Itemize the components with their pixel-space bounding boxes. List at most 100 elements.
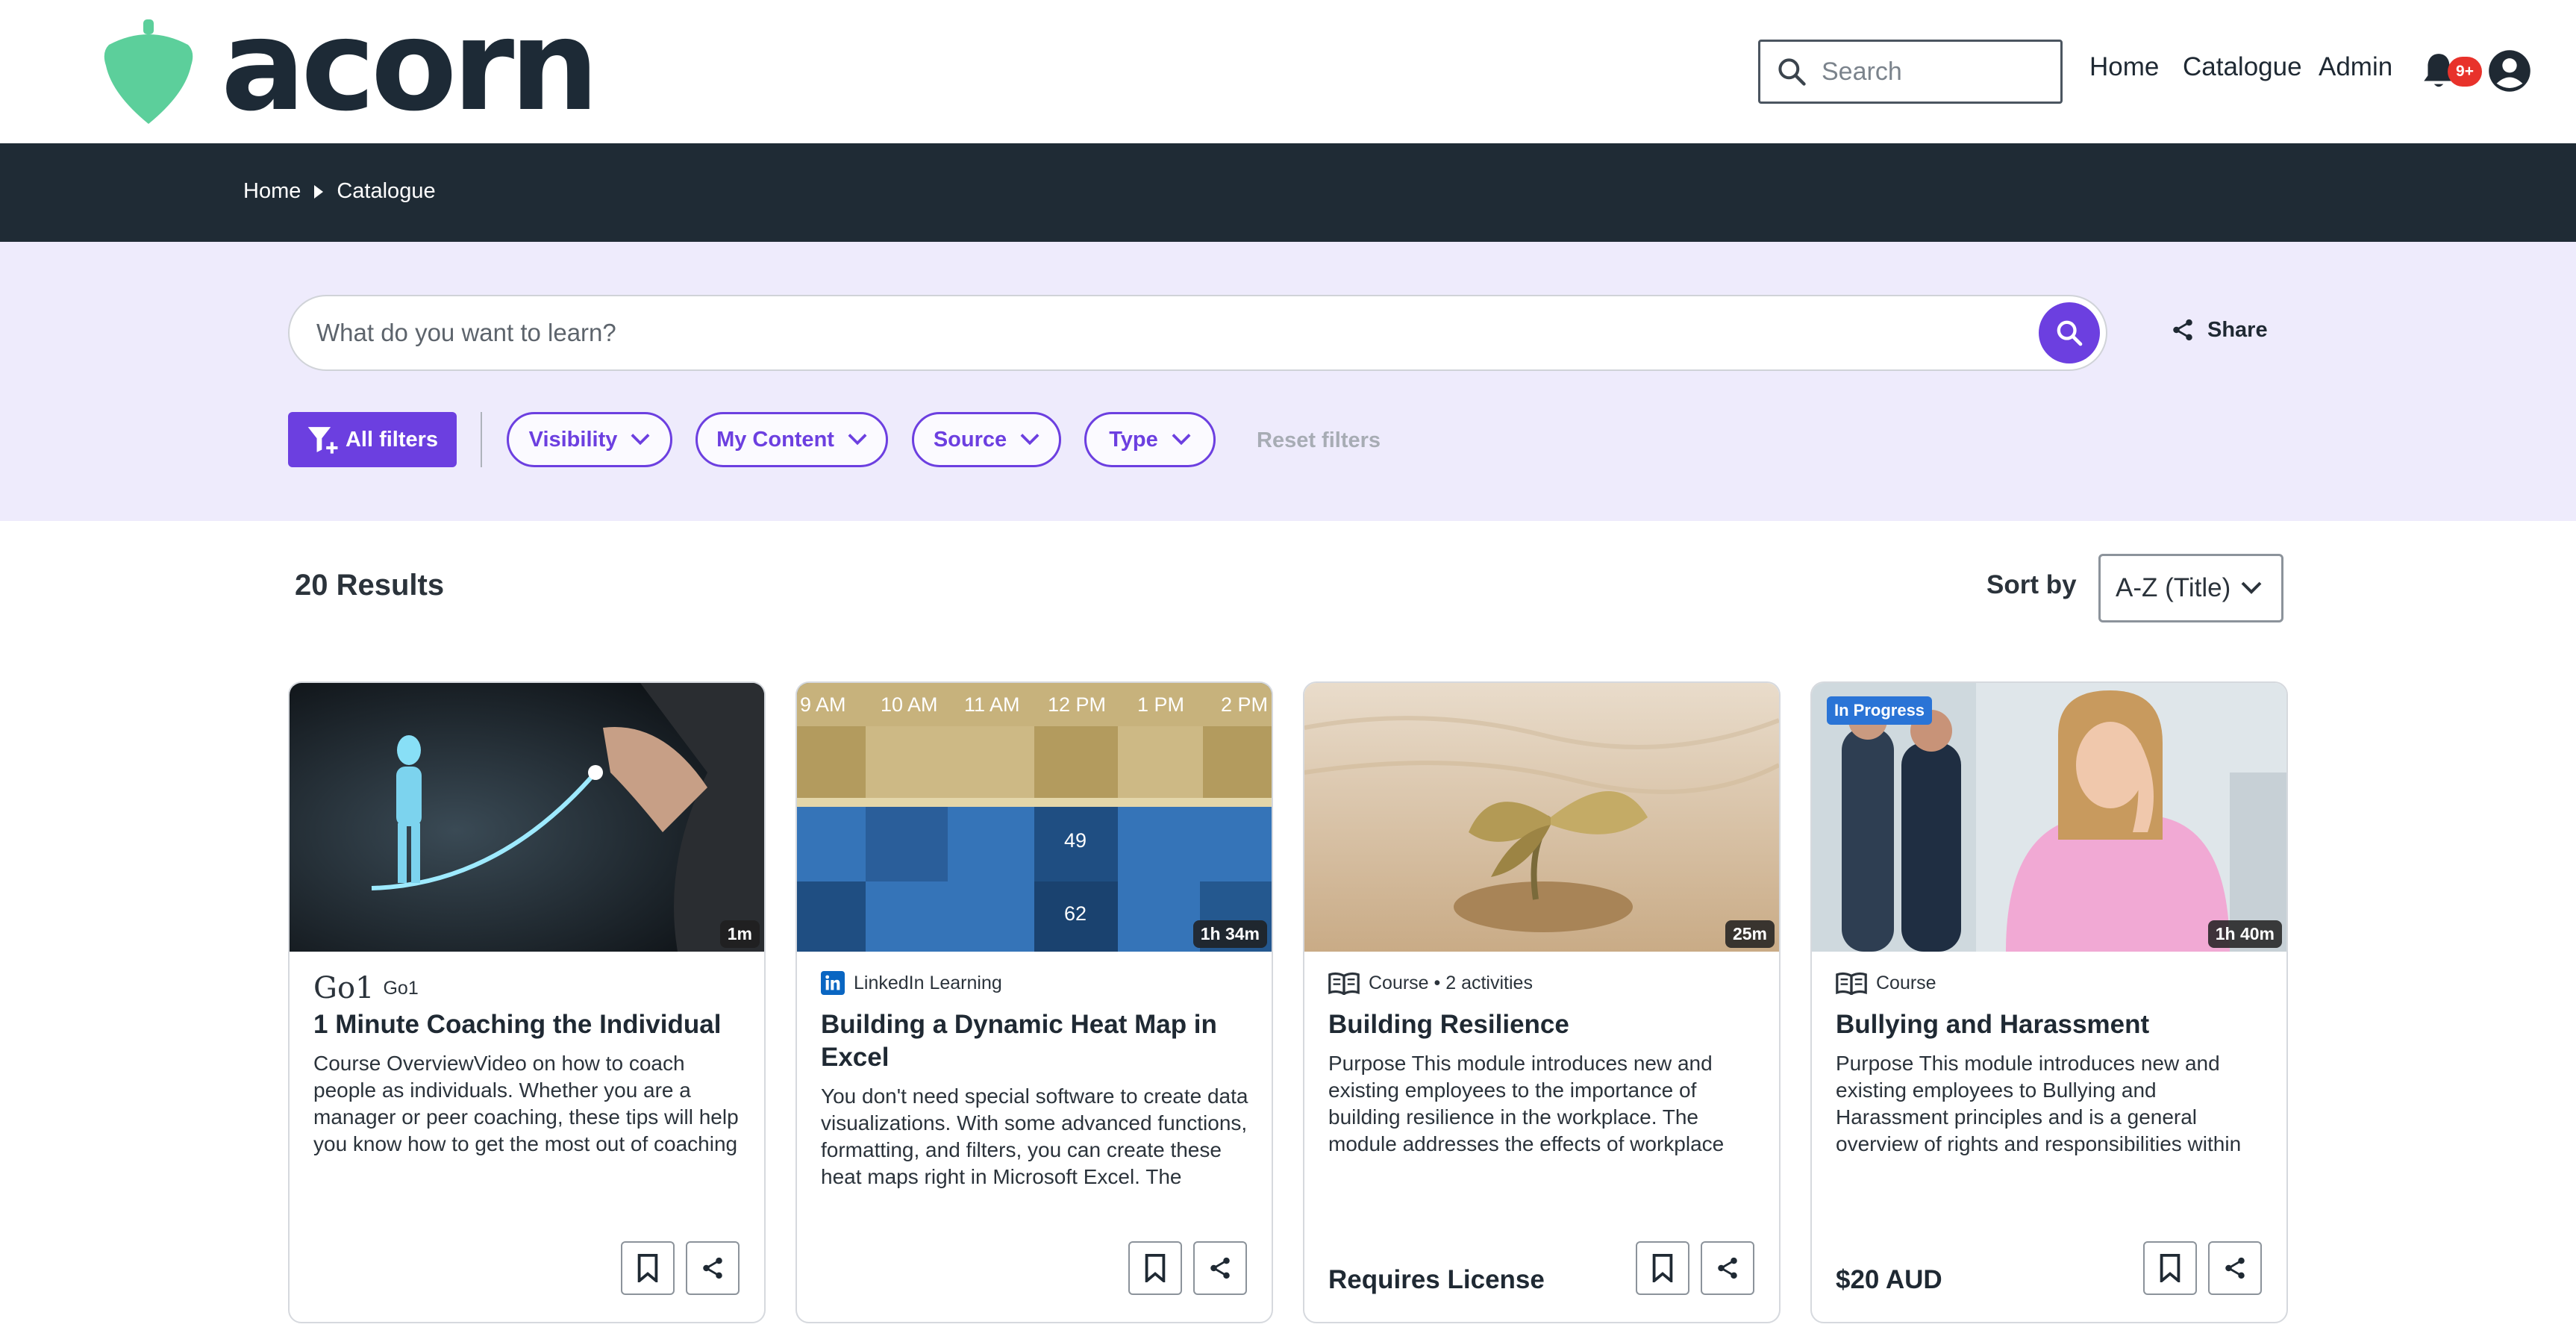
- bookmark-icon: [1652, 1254, 1673, 1282]
- course-thumbnail: [290, 683, 764, 952]
- share-button[interactable]: [1701, 1241, 1754, 1295]
- provider: LinkedIn Learning: [821, 971, 1002, 995]
- course-card[interactable]: 9 AM 10 AM 11 AM 12 PM 1 PM 2 PM 49 62 1…: [795, 681, 1273, 1323]
- bookmark-button[interactable]: [621, 1241, 675, 1295]
- bookmark-icon: [1145, 1254, 1166, 1282]
- linkedin-icon: [821, 971, 845, 995]
- nav-home[interactable]: Home: [2089, 52, 2159, 82]
- heatmap-time-label: 9 AM: [800, 693, 846, 716]
- heat-map-thumbnail-image: 9 AM 10 AM 11 AM 12 PM 1 PM 2 PM 49 62: [797, 683, 1272, 952]
- source-filter-label: Source: [933, 427, 1007, 452]
- top-header: acorn Home Catalogue Admin 9+: [0, 0, 2576, 143]
- share-catalogue-button[interactable]: Share: [2170, 316, 2268, 343]
- my-content-filter[interactable]: My Content: [695, 412, 888, 467]
- share-icon: [2173, 319, 2192, 341]
- breadcrumb-catalogue[interactable]: Catalogue: [337, 179, 435, 204]
- chevron-down-icon: [631, 434, 650, 446]
- visibility-filter[interactable]: Visibility: [507, 412, 672, 467]
- type-filter[interactable]: Type: [1084, 412, 1216, 467]
- share-button[interactable]: [1193, 1241, 1247, 1295]
- share-icon: [2225, 1257, 2245, 1279]
- search-icon: [2057, 320, 2083, 346]
- book-icon: [1836, 971, 1867, 995]
- catalogue-search-band: Share All filters Visibility My Content …: [0, 242, 2576, 521]
- course-card[interactable]: 1m Go1 Go1 1 Minute Coaching the Individ…: [288, 681, 766, 1323]
- book-icon: [1328, 971, 1360, 995]
- duration-badge: 1h 40m: [2207, 920, 2282, 948]
- heatmap-time-label: 12 PM: [1048, 693, 1106, 716]
- course-thumbnail: 9 AM 10 AM 11 AM 12 PM 1 PM 2 PM 49 62: [797, 683, 1272, 952]
- price-label: $20 AUD: [1836, 1265, 1942, 1294]
- course-card[interactable]: In Progress 1h 40m Course Bullying and H…: [1810, 681, 2288, 1323]
- provider-name: Course: [1876, 972, 1936, 993]
- share-button[interactable]: [686, 1241, 740, 1295]
- share-icon: [1718, 1257, 1737, 1279]
- heatmap-time-label: 11 AM: [964, 693, 1020, 716]
- bookmark-button[interactable]: [1636, 1241, 1689, 1295]
- user-menu-button[interactable]: [2488, 49, 2531, 93]
- type-filter-label: Type: [1109, 427, 1158, 452]
- nav-admin[interactable]: Admin: [2319, 52, 2392, 82]
- reset-filters-button[interactable]: Reset filters: [1257, 428, 1381, 453]
- all-filters-label: All filters: [345, 427, 439, 452]
- share-icon: [1210, 1257, 1230, 1279]
- card-title[interactable]: Bullying and Harassment: [1836, 1008, 2276, 1041]
- header-search-input[interactable]: [1822, 57, 2045, 87]
- provider: Course • 2 activities: [1328, 971, 1533, 995]
- duration-badge: 1h 34m: [1192, 920, 1267, 948]
- card-description: You don't need special software to creat…: [821, 1084, 1248, 1188]
- breadcrumb-home[interactable]: Home: [243, 179, 301, 204]
- card-title[interactable]: Building Resilience: [1328, 1008, 1769, 1041]
- course-thumbnail: [1304, 683, 1779, 952]
- acorn-logo[interactable]: acorn: [101, 3, 599, 128]
- user-circle-icon: [2489, 50, 2530, 92]
- duration-badge: 1m: [719, 920, 760, 948]
- coaching-thumbnail-image: [290, 683, 764, 952]
- heatmap-value-label: 62: [1064, 902, 1087, 925]
- share-button[interactable]: [2208, 1241, 2262, 1295]
- sort-select-value: A-Z (Title): [2116, 573, 2231, 602]
- chevron-down-icon: [1172, 434, 1191, 446]
- provider: Course: [1836, 971, 1936, 995]
- all-filters-button[interactable]: All filters: [288, 412, 457, 467]
- card-description: Purpose This module introduces new and e…: [1328, 1052, 1725, 1155]
- filter-plus-icon: [307, 427, 338, 454]
- heatmap-value-label: 49: [1064, 829, 1087, 852]
- bookmark-button[interactable]: [2143, 1241, 2197, 1295]
- sort-select[interactable]: A-Z (Title): [2098, 554, 2283, 622]
- heatmap-time-label: 10 AM: [881, 693, 938, 716]
- bookmark-icon: [637, 1254, 658, 1282]
- go1-logo-icon: Go1: [313, 971, 375, 1005]
- results-count: 20 Results: [295, 569, 445, 602]
- source-filter[interactable]: Source: [912, 412, 1061, 467]
- license-label: Requires License: [1328, 1265, 1545, 1294]
- catalogue-search[interactable]: [288, 295, 2107, 371]
- search-icon: [1778, 58, 1806, 86]
- card-description: Course OverviewVideo on how to coach peo…: [313, 1052, 739, 1155]
- filter-bar: All filters Visibility My Content Source…: [288, 412, 1482, 467]
- card-title[interactable]: Building a Dynamic Heat Map in Excel: [821, 1008, 1261, 1074]
- resilience-thumbnail-image: [1304, 683, 1779, 952]
- share-label: Share: [2207, 317, 2268, 342]
- bookmark-button[interactable]: [1128, 1241, 1182, 1295]
- card-description: Purpose This module introduces new and e…: [1836, 1052, 2242, 1155]
- in-progress-badge: In Progress: [1827, 696, 1933, 725]
- card-title[interactable]: 1 Minute Coaching the Individual: [313, 1008, 754, 1041]
- provider-name: Course • 2 activities: [1369, 972, 1533, 993]
- course-card[interactable]: 25m Course • 2 activities Building Resil…: [1303, 681, 1781, 1323]
- sort-by-label: Sort by: [1986, 570, 2077, 599]
- breadcrumb-separator-icon: [314, 184, 324, 199]
- header-search[interactable]: [1758, 40, 2063, 104]
- catalogue-search-button[interactable]: [2039, 302, 2100, 363]
- filter-divider: [481, 412, 482, 467]
- duration-badge: 25m: [1725, 920, 1775, 948]
- provider-name: LinkedIn Learning: [854, 972, 1002, 993]
- heatmap-time-label: 1 PM: [1137, 693, 1184, 716]
- share-icon: [703, 1257, 722, 1279]
- bookmark-icon: [2160, 1254, 2180, 1282]
- chevron-down-icon: [2241, 581, 2262, 594]
- catalogue-search-input[interactable]: [316, 319, 2039, 347]
- heatmap-time-label: 2 PM: [1221, 693, 1268, 716]
- provider: Go1 Go1: [313, 971, 419, 1005]
- nav-catalogue[interactable]: Catalogue: [2183, 52, 2302, 82]
